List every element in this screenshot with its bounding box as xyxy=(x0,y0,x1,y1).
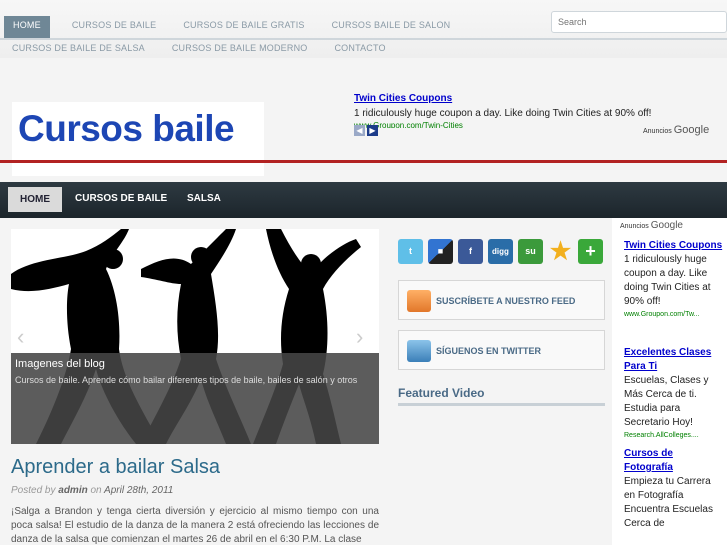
sidebar-ad-title[interactable]: Excelentes Clases Para Ti xyxy=(624,346,724,374)
header-ad-body: 1 ridiculously huge coupon a day. Like d… xyxy=(354,108,652,119)
ad-next-button[interactable]: ▶ xyxy=(367,125,378,136)
google-logo: Google xyxy=(650,220,683,231)
image-slider[interactable]: ‹ › Imagenes del blog Cursos de baile. A… xyxy=(11,229,379,444)
header-ad: Twin Cities Coupons 1 ridiculously huge … xyxy=(354,93,714,128)
top-nav-cursos-baile-de-salon[interactable]: CURSOS BAILE DE SALON xyxy=(332,16,451,38)
posted-by-label: Posted by xyxy=(11,485,56,496)
top-nav-cursos-de-baile[interactable]: CURSOS DE BAILE xyxy=(72,16,157,38)
stumbleupon-icon[interactable]: su xyxy=(518,239,543,264)
post-excerpt: ¡Salga a Brandon y tenga cierta diversió… xyxy=(11,506,379,545)
header-ad-title[interactable]: Twin Cities Coupons xyxy=(354,93,714,104)
digg-icon[interactable]: digg xyxy=(488,239,513,264)
sidebar-ad-body: Empieza tu Carrera en Fotografía Encuent… xyxy=(624,476,713,529)
top-nav-contacto[interactable]: CONTACTO xyxy=(334,43,385,53)
slider-caption-title[interactable]: Imagenes del blog xyxy=(15,358,105,370)
ads-by-label: Anuncios xyxy=(643,128,672,135)
delicious-icon[interactable]: ■ xyxy=(428,239,453,264)
top-nav-row-1: HOME CURSOS DE BAILE CURSOS DE BAILE GRA… xyxy=(4,16,450,38)
ad-prev-button[interactable]: ◀ xyxy=(354,125,365,136)
top-nav-cursos-de-baile-de-salsa[interactable]: CURSOS DE BAILE DE SALSA xyxy=(12,43,145,53)
sidebar-ad-body: Escuelas, Clases y Más Cerca de ti. Estu… xyxy=(624,375,709,428)
sidebar-ad: Twin Cities Coupons 1 ridiculously huge … xyxy=(624,239,724,320)
rss-feed-label[interactable]: SUSCRÍBETE A NUESTRO FEED xyxy=(436,296,575,306)
google-logo: Google xyxy=(673,124,710,136)
header-divider xyxy=(0,160,727,163)
search-input[interactable] xyxy=(551,11,727,33)
sidebar-ad: Cursos de Fotografía Empieza tu Carrera … xyxy=(624,447,724,531)
social-icons: t ■ f digg su ★ + xyxy=(398,239,603,264)
post-meta: Posted by admin on April 28th, 2011 xyxy=(11,485,173,496)
featured-video-divider xyxy=(398,403,605,406)
site-logo[interactable]: Cursos baile xyxy=(18,108,235,150)
main-nav-cursos-de-baile[interactable]: CURSOS DE BAILE xyxy=(75,193,167,204)
top-nav-divider xyxy=(0,38,727,40)
main-navigation: HOME CURSOS DE BAILE SALSA xyxy=(0,182,727,218)
post-title[interactable]: Aprender a bailar Salsa xyxy=(11,456,220,479)
add-more-icon[interactable]: + xyxy=(578,239,603,264)
featured-video-heading: Featured Video xyxy=(398,386,485,400)
slider-prev-icon[interactable]: ‹ xyxy=(17,324,24,350)
top-nav-row-2: CURSOS DE BAILE DE SALSA CURSOS DE BAILE… xyxy=(12,43,386,53)
twitter-icon[interactable]: t xyxy=(398,239,423,264)
slider-caption: Imagenes del blog Cursos de baile. Apren… xyxy=(11,353,379,444)
top-nav-cursos-de-baile-moderno[interactable]: CURSOS DE BAILE MODERNO xyxy=(172,43,308,53)
ads-by-google-label[interactable]: Anuncios Google xyxy=(643,124,709,136)
top-nav-home[interactable]: HOME xyxy=(4,16,50,38)
top-nav-cursos-de-baile-gratis[interactable]: CURSOS DE BAILE GRATIS xyxy=(183,16,304,38)
right-sidebar-ads: Anuncios Google Twin Cities Coupons 1 ri… xyxy=(612,218,727,545)
sidebar-ad-url[interactable]: Research.AllColleges.... xyxy=(624,430,724,441)
ads-by-google-label[interactable]: Anuncios Google xyxy=(620,220,683,231)
post-author[interactable]: admin xyxy=(58,485,87,496)
header-ad-pager: ◀ ▶ xyxy=(354,125,378,136)
on-label: on xyxy=(90,485,102,496)
ads-by-label: Anuncios xyxy=(620,223,649,230)
sidebar-ad-title[interactable]: Cursos de Fotografía xyxy=(624,447,724,475)
slider-caption-text: Cursos de baile. Aprende cómo bailar dif… xyxy=(15,375,358,385)
twitter-follow-label[interactable]: SÍGUENOS EN TWITTER xyxy=(436,346,541,356)
facebook-icon[interactable]: f xyxy=(458,239,483,264)
main-nav-salsa[interactable]: SALSA xyxy=(187,193,221,204)
rss-icon xyxy=(407,290,431,312)
sidebar-ad-title[interactable]: Twin Cities Coupons xyxy=(624,239,724,253)
post-date: April 28th, 2011 xyxy=(104,485,174,496)
twitter-follow-box[interactable]: SÍGUENOS EN TWITTER xyxy=(398,330,605,370)
rss-feed-box[interactable]: SUSCRÍBETE A NUESTRO FEED xyxy=(398,280,605,320)
sidebar-ad: Excelentes Clases Para Ti Escuelas, Clas… xyxy=(624,346,724,441)
favorite-star-icon[interactable]: ★ xyxy=(548,239,573,264)
twitter-bird-icon xyxy=(407,340,431,362)
sidebar-ad-body: 1 ridiculously huge coupon a day. Like d… xyxy=(624,254,711,307)
sidebar-ad-url[interactable]: www.Groupon.com/Tw... xyxy=(624,309,724,320)
main-nav-home[interactable]: HOME xyxy=(8,187,62,212)
slider-next-icon[interactable]: › xyxy=(356,324,363,350)
